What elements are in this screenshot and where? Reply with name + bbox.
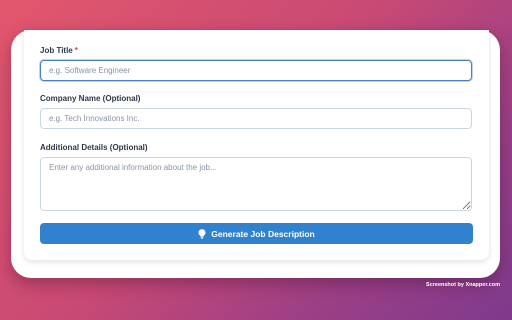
job-title-input[interactable] xyxy=(40,60,472,81)
additional-details-textarea[interactable] xyxy=(40,157,472,211)
generate-job-description-button[interactable]: Generate Job Description xyxy=(40,223,473,244)
job-description-form: Job Title* Company Name (Optional) Addit… xyxy=(24,30,489,260)
company-name-label: Company Name (Optional) xyxy=(40,94,141,103)
generate-button-label: Generate Job Description xyxy=(211,228,315,239)
job-title-label-text: Job Title xyxy=(40,46,73,55)
required-marker: * xyxy=(74,46,78,55)
company-name-input[interactable] xyxy=(40,108,472,129)
additional-details-label: Additional Details (Optional) xyxy=(40,143,148,152)
lightbulb-icon xyxy=(198,228,206,239)
job-title-label: Job Title * xyxy=(40,46,78,56)
watermark-text: Screenshot by Xnapper.com xyxy=(426,282,500,288)
